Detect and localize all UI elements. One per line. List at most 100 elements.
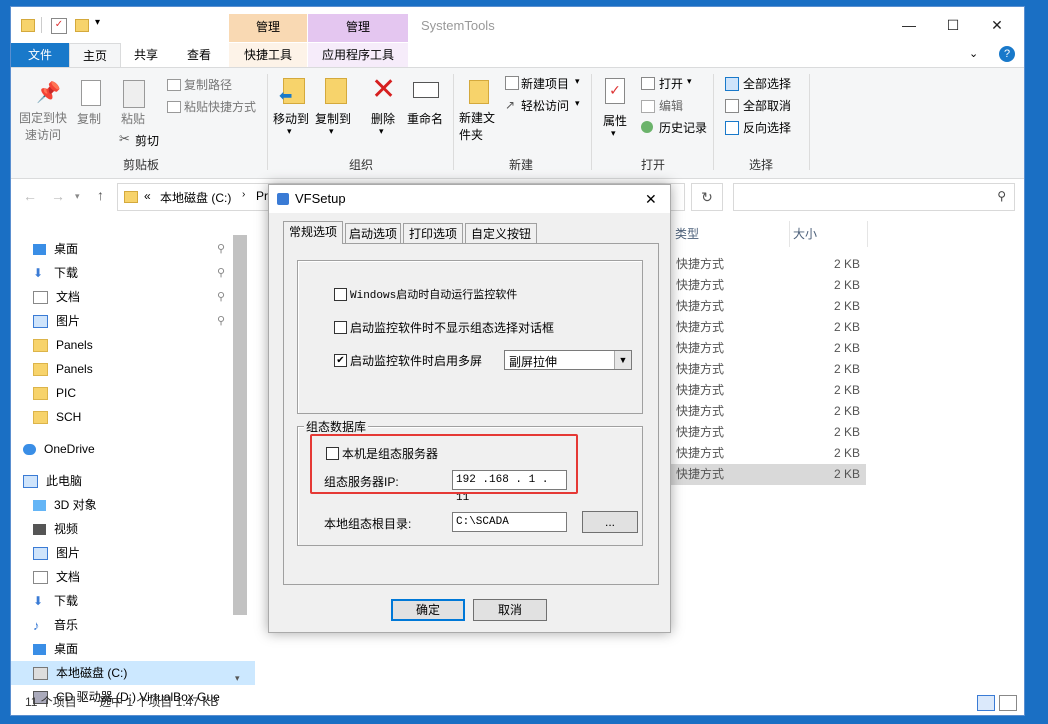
close-button[interactable]: ✕ — [975, 7, 1019, 43]
nav-item[interactable]: SCH — [11, 405, 255, 429]
nav-scrollbar[interactable] — [233, 235, 247, 615]
paste-button[interactable]: 粘贴 — [121, 110, 145, 127]
tab-file[interactable]: 文件 — [11, 43, 69, 67]
cancel-button[interactable]: 取消 — [473, 599, 547, 621]
tab-startup[interactable]: 启动选项 — [345, 223, 401, 244]
chevron-down-icon[interactable]: ▼ — [614, 351, 631, 369]
nav-item[interactable]: 文档 — [11, 565, 255, 589]
maximize-button[interactable]: ☐ — [931, 7, 975, 43]
copy-button[interactable]: 复制 — [77, 110, 101, 127]
nav-item[interactable]: 图片 ⚲ — [11, 309, 255, 333]
cut-button[interactable]: 剪切 — [135, 132, 159, 149]
tab-custom-buttons[interactable]: 自定义按钮 — [465, 223, 537, 244]
new-folder-icon[interactable] — [75, 19, 89, 32]
file-row[interactable]: 快捷方式 2 KB — [666, 338, 866, 359]
refresh-button[interactable]: ↻ — [691, 183, 723, 211]
column-header-size[interactable]: 大小 — [793, 221, 868, 247]
breadcrumb-drive[interactable]: 本地磁盘 (C:) — [160, 189, 231, 206]
easy-access-dropdown-icon[interactable]: ▾ — [575, 98, 580, 109]
pin-icon[interactable]: ⚲ — [217, 261, 225, 285]
select-all-button[interactable]: 全部选择 — [743, 75, 791, 92]
invert-selection-button[interactable]: 反向选择 — [743, 119, 791, 136]
edit-button[interactable]: 编辑 — [659, 97, 683, 114]
up-icon[interactable]: ↑ — [97, 187, 104, 203]
nav-item[interactable]: 文档 ⚲ — [11, 285, 255, 309]
nav-item[interactable]: Panels — [11, 333, 255, 357]
details-view-icon[interactable] — [977, 695, 995, 711]
breadcrumb-folder[interactable]: Pr — [256, 189, 268, 203]
ctx-tab-manage-shortcut[interactable]: 管理 — [229, 14, 307, 42]
tab-shortcut-tools[interactable]: 快捷工具 — [229, 43, 307, 67]
folder-icon[interactable] — [21, 19, 35, 32]
nav-item[interactable]: 此电脑 — [11, 469, 245, 493]
nav-item[interactable]: 图片 — [11, 541, 255, 565]
nav-item[interactable]: 本地磁盘 (C:) — [11, 661, 255, 685]
recent-dropdown-icon[interactable]: ▾ — [75, 191, 80, 202]
file-row[interactable]: 快捷方式 2 KB — [666, 401, 866, 422]
tab-print[interactable]: 打印选项 — [403, 223, 463, 244]
copy-path-button[interactable]: 复制路径 — [184, 76, 232, 93]
search-input[interactable]: ⚲ — [733, 183, 1015, 211]
tab-app-tools[interactable]: 应用程序工具 — [308, 43, 408, 67]
back-icon[interactable]: ← — [23, 188, 37, 204]
new-folder-button[interactable]: 新建文件夹 — [459, 110, 499, 144]
forward-icon[interactable]: → — [51, 188, 65, 204]
delete-dropdown-icon[interactable]: ▾ — [379, 126, 384, 137]
copy-to-button[interactable]: 复制到 — [315, 110, 351, 127]
file-row[interactable]: 快捷方式 2 KB — [666, 296, 866, 317]
nav-scroll-down-icon[interactable]: ▾ — [235, 673, 240, 684]
ribbon-collapse-icon[interactable]: ⌄ — [969, 47, 978, 60]
nav-item[interactable]: 桌面 — [11, 637, 255, 661]
quick-access-dropdown-icon[interactable]: ▾ — [95, 17, 100, 28]
pin-icon[interactable]: ⚲ — [217, 309, 225, 333]
dialog-close-button[interactable]: ✕ — [645, 185, 657, 213]
nav-item[interactable]: PIC — [11, 381, 255, 405]
pin-quick-access-button[interactable]: 固定到快速访问 — [17, 110, 69, 144]
select-none-button[interactable]: 全部取消 — [743, 97, 791, 114]
multiscreen-checkbox[interactable]: ✔ — [334, 354, 347, 367]
browse-button[interactable]: ... — [582, 511, 638, 533]
breadcrumb-sep-icon[interactable]: › — [242, 189, 245, 200]
copy-to-dropdown-icon[interactable]: ▾ — [329, 126, 334, 137]
rename-button[interactable]: 重命名 — [407, 110, 443, 127]
multiscreen-mode-select[interactable]: 副屏拉伸 ▼ — [504, 350, 632, 370]
tab-view[interactable]: 查看 — [173, 43, 225, 67]
ctx-tab-manage-app[interactable]: 管理 — [308, 14, 408, 42]
tab-share[interactable]: 共享 — [121, 43, 171, 67]
open-dropdown-icon[interactable]: ▾ — [687, 76, 692, 87]
file-row[interactable]: 快捷方式 2 KB — [666, 317, 866, 338]
properties-button[interactable]: 属性 — [603, 112, 627, 129]
nav-item[interactable]: ♪ 音乐 — [11, 613, 255, 637]
file-row[interactable]: 快捷方式 2 KB — [666, 443, 866, 464]
tab-general[interactable]: 常规选项 — [283, 221, 343, 244]
nav-item[interactable]: OneDrive — [11, 437, 245, 461]
nav-item[interactable]: 桌面 ⚲ — [11, 237, 255, 261]
nav-item[interactable]: ⬇ 下载 ⚲ — [11, 261, 255, 285]
breadcrumb-overflow[interactable]: « — [144, 189, 151, 203]
paste-shortcut-button[interactable]: 粘贴快捷方式 — [184, 98, 256, 115]
file-row[interactable]: 快捷方式 2 KB — [666, 359, 866, 380]
move-to-dropdown-icon[interactable]: ▾ — [287, 126, 292, 137]
file-row[interactable]: 快捷方式 2 KB — [666, 464, 866, 485]
file-row[interactable]: 快捷方式 2 KB — [666, 254, 866, 275]
new-item-dropdown-icon[interactable]: ▾ — [575, 76, 580, 87]
column-header-type[interactable]: 类型 — [675, 221, 790, 247]
move-to-button[interactable]: 移动到 — [273, 110, 309, 127]
tab-home[interactable]: 主页 — [69, 43, 121, 68]
history-button[interactable]: 历史记录 — [659, 119, 707, 136]
properties-check-icon[interactable]: ✓ — [51, 18, 67, 34]
delete-button[interactable]: 删除 — [371, 110, 395, 127]
nav-item[interactable]: 视频 — [11, 517, 255, 541]
new-item-button[interactable]: 新建项目 — [521, 75, 569, 92]
easy-access-button[interactable]: 轻松访问 — [521, 97, 569, 114]
autostart-checkbox[interactable] — [334, 288, 347, 301]
nav-item[interactable]: ⬇ 下载 — [11, 589, 255, 613]
large-icons-view-icon[interactable] — [999, 695, 1017, 711]
open-button[interactable]: 打开 — [659, 75, 683, 92]
nav-item[interactable]: Panels — [11, 357, 255, 381]
file-row[interactable]: 快捷方式 2 KB — [666, 275, 866, 296]
properties-dropdown-icon[interactable]: ▾ — [611, 128, 616, 139]
ok-button[interactable]: 确定 — [391, 599, 465, 621]
root-dir-input[interactable]: C:\SCADA — [452, 512, 567, 532]
nav-item[interactable]: 3D 对象 — [11, 493, 255, 517]
